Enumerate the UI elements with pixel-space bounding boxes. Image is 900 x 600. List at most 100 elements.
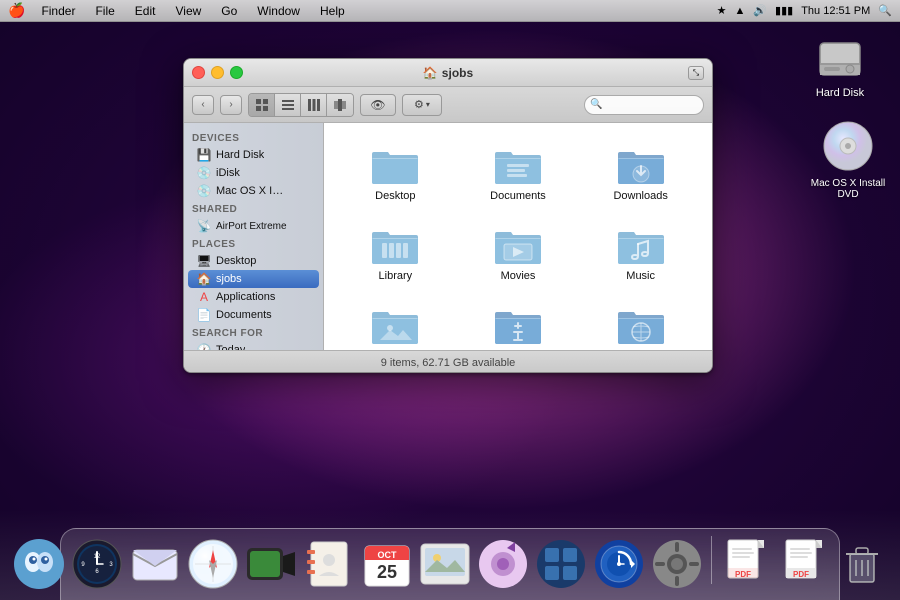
idisk-icon: 💿	[196, 166, 212, 180]
folder-downloads[interactable]: Downloads	[579, 133, 702, 213]
window-title-icon: 🏠	[423, 66, 438, 80]
folder-movies[interactable]: Movies	[457, 213, 580, 293]
sidebar-item-airport-label: AirPort Extreme	[216, 221, 287, 232]
sidebar-item-idisk[interactable]: 💿 iDisk	[188, 164, 319, 182]
sidebar-item-harddisk[interactable]: 💾 Hard Disk	[188, 146, 319, 164]
back-button[interactable]: ‹	[192, 95, 214, 115]
dock-syspref[interactable]	[651, 538, 703, 590]
dock-ical[interactable]: OCT 25	[361, 538, 413, 590]
sidebar-item-documents[interactable]: 📄 Documents	[188, 306, 319, 324]
sidebar-item-documents-label: Documents	[216, 309, 272, 321]
facetime-icon	[245, 538, 297, 590]
svg-text:25: 25	[376, 562, 396, 582]
folder-sites[interactable]: Sites	[579, 293, 702, 350]
wifi-icon[interactable]: ▲	[734, 5, 745, 17]
dock-timemachine[interactable]	[593, 538, 645, 590]
window-close-button[interactable]	[192, 66, 205, 79]
sidebar-section-search: SEARCH FOR	[184, 324, 323, 341]
dock-finder[interactable]	[13, 538, 65, 590]
dock-trash[interactable]	[836, 538, 888, 590]
list-view-button[interactable]	[275, 94, 301, 116]
folder-public[interactable]: Public	[457, 293, 580, 350]
safari-icon	[187, 538, 239, 590]
dock-pdf1[interactable]: PDF	[720, 538, 772, 590]
sidebar-item-applications[interactable]: A Applications	[188, 288, 319, 306]
pictures-folder-icon-svg	[370, 304, 420, 346]
forward-button[interactable]: ›	[220, 95, 242, 115]
battery-icon[interactable]: ▮▮▮	[775, 4, 793, 17]
folder-music[interactable]: Music	[579, 213, 702, 293]
addressbook-icon	[303, 538, 355, 590]
window-minimize-button[interactable]	[211, 66, 224, 79]
menubar: 🍎 Finder File Edit View Go Window Help ★…	[0, 0, 900, 22]
volume-icon[interactable]: 🔊	[753, 4, 767, 17]
column-view-button[interactable]	[301, 94, 327, 116]
sidebar-item-airport[interactable]: 📡 AirPort Extreme	[188, 217, 319, 235]
desktop-hard-disk-icon[interactable]: Hard Disk	[800, 35, 880, 99]
sidebar-section-shared: SHARED	[184, 200, 323, 217]
dock-itunes[interactable]	[477, 538, 529, 590]
menu-go[interactable]: Go	[217, 4, 241, 18]
search-input[interactable]	[584, 95, 704, 115]
sidebar-item-desktop[interactable]: 🖥 Desktop	[188, 252, 319, 270]
folder-library[interactable]: Library	[334, 213, 457, 293]
window-expand-button[interactable]: ⤡	[688, 66, 704, 80]
sidebar-item-today-label: Today	[216, 344, 245, 350]
menu-window[interactable]: Window	[253, 4, 304, 18]
today-icon: 🕐	[196, 343, 212, 350]
menu-finder[interactable]: Finder	[37, 4, 79, 18]
dock: 12693	[0, 510, 900, 600]
menubar-right: ★ ▲ 🔊 ▮▮▮ Thu 12:51 PM 🔍	[717, 4, 892, 17]
action-button[interactable]: ⚙▾	[402, 94, 442, 116]
dock-expose[interactable]	[535, 538, 587, 590]
quick-look-button[interactable]: 👁	[360, 94, 396, 116]
dock-iphoto[interactable]	[419, 538, 471, 590]
dock-safari[interactable]	[187, 538, 239, 590]
sidebar-item-sjobs-label: sjobs	[216, 273, 242, 285]
folder-pictures[interactable]: Pictures	[334, 293, 457, 350]
movies-folder-icon-svg	[493, 224, 543, 266]
sidebar-item-harddisk-label: Hard Disk	[216, 149, 264, 161]
dock-clock[interactable]: 12693	[71, 538, 123, 590]
mail-icon	[129, 538, 181, 590]
applications-icon: A	[196, 290, 212, 304]
desktop-folder-icon: 🖥	[196, 254, 212, 268]
coverflow-view-button[interactable]	[327, 94, 353, 116]
apple-menu[interactable]: 🍎	[8, 2, 25, 19]
sidebar-section-devices: DEVICES	[184, 129, 323, 146]
svg-text:PDF: PDF	[735, 570, 751, 579]
window-content: DEVICES 💾 Hard Disk 💿 iDisk 💿 Mac OS X I…	[184, 123, 712, 350]
bluetooth-icon[interactable]: ★	[717, 4, 727, 17]
menu-view[interactable]: View	[171, 4, 205, 18]
svg-text:OCT: OCT	[377, 550, 397, 560]
sidebar-item-macosx[interactable]: 💿 Mac OS X I…	[188, 182, 319, 200]
icon-view-button[interactable]	[249, 94, 275, 116]
window-title-text: sjobs	[442, 66, 473, 80]
dock-pdf2[interactable]: PDF	[778, 538, 830, 590]
spotlight-icon[interactable]: 🔍	[878, 4, 892, 17]
sidebar-item-today[interactable]: 🕐 Today	[188, 341, 319, 350]
menu-file[interactable]: File	[91, 4, 118, 18]
menu-edit[interactable]: Edit	[131, 4, 160, 18]
home-folder-icon: 🏠	[196, 272, 212, 286]
sidebar-item-sjobs[interactable]: 🏠 sjobs	[188, 270, 319, 288]
dvd-icon-img	[820, 118, 876, 174]
folder-documents[interactable]: Documents	[457, 133, 580, 213]
documents-folder-label: Documents	[490, 190, 546, 202]
sidebar-item-desktop-label: Desktop	[216, 255, 256, 267]
menu-help[interactable]: Help	[316, 4, 349, 18]
itunes-icon	[477, 538, 529, 590]
dock-facetime[interactable]	[245, 538, 297, 590]
music-folder-icon-svg	[616, 224, 666, 266]
desktop-folder-icon	[370, 144, 420, 186]
window-maximize-button[interactable]	[230, 66, 243, 79]
clock: Thu 12:51 PM	[801, 5, 870, 17]
desktop-dvd-icon[interactable]: Mac OS X Install DVD	[808, 118, 888, 200]
pdf1-icon: PDF	[720, 538, 772, 590]
ical-icon: OCT 25	[361, 538, 413, 590]
dock-addressbook[interactable]	[303, 538, 355, 590]
dock-mail[interactable]	[129, 538, 181, 590]
folder-desktop[interactable]: Desktop	[334, 133, 457, 213]
trash-icon	[836, 538, 888, 590]
file-area: Desktop Documents	[324, 123, 712, 350]
